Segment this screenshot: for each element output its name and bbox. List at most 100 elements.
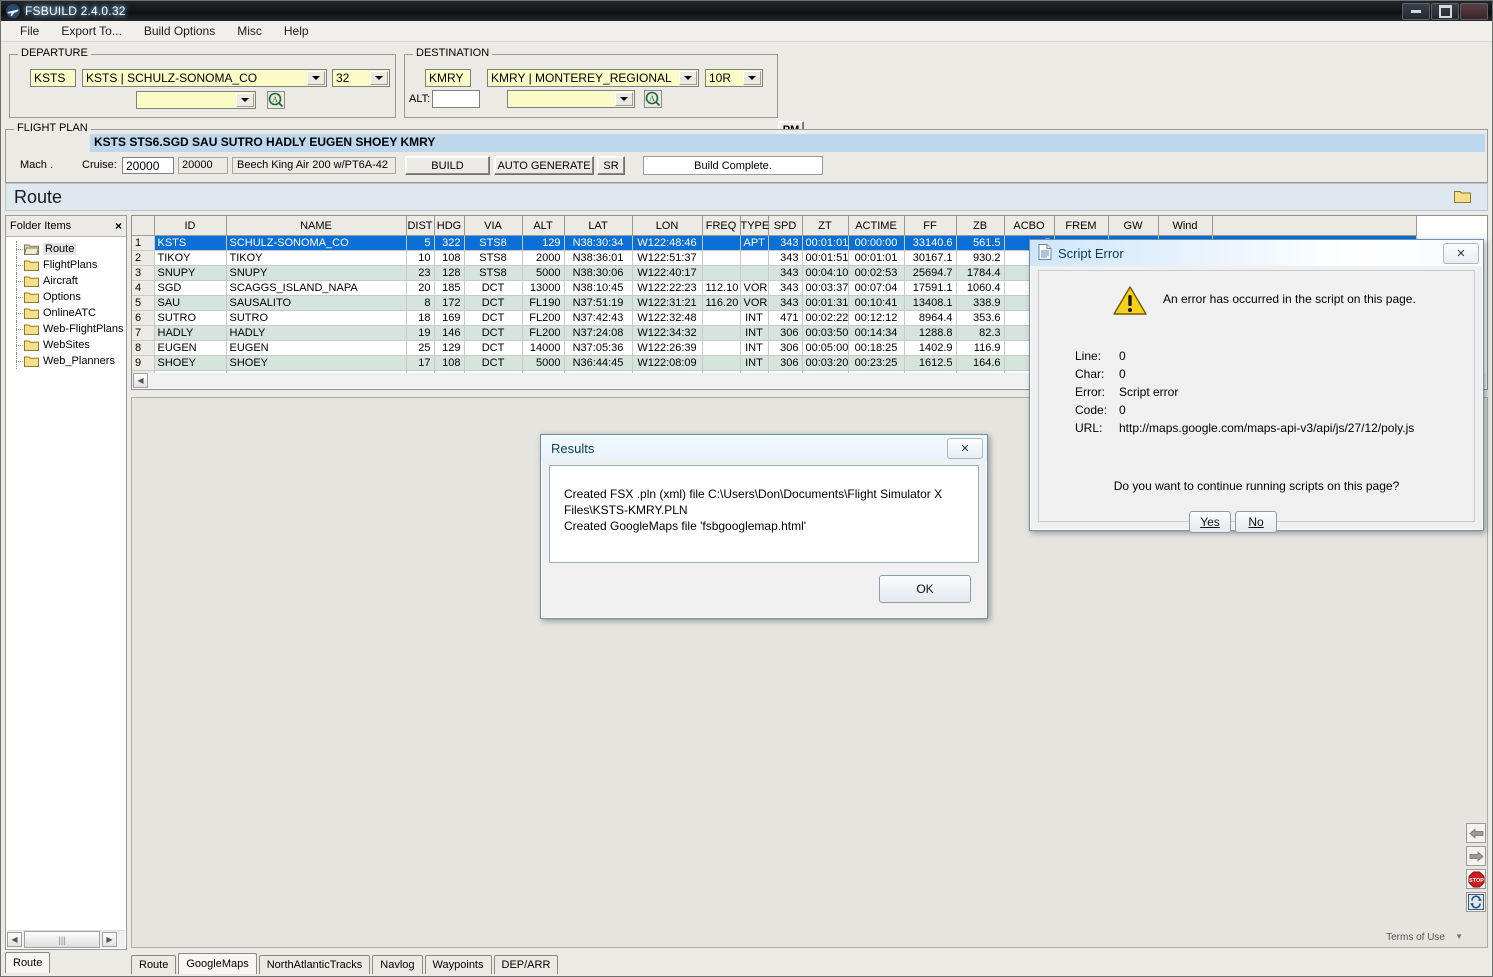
sidebar-horizontal-scrollbar[interactable]: ◀ ||| ▶: [7, 930, 125, 948]
tab-route[interactable]: Route: [131, 955, 177, 974]
tree-item-flightplans[interactable]: FlightPlans: [10, 257, 126, 273]
destination-alt-field[interactable]: [432, 90, 480, 108]
airport-lookup-icon[interactable]: A: [644, 90, 662, 108]
col-acbo[interactable]: ACBO: [1004, 216, 1055, 236]
chevron-down-icon[interactable]: [679, 71, 697, 85]
cell-via: STS8: [464, 235, 523, 251]
col-via[interactable]: VIA: [464, 216, 523, 236]
cell-ff: 30167.1: [904, 250, 957, 266]
chevron-down-icon[interactable]: [743, 71, 761, 85]
cell-zt: 00:01:01: [802, 235, 849, 251]
scroll-right-icon[interactable]: ▶: [102, 932, 117, 947]
destination-runway-select[interactable]: 10R: [705, 69, 763, 87]
tree-item-web-flightplans[interactable]: Web-FlightPlans: [10, 321, 126, 337]
tree-connector: [10, 337, 24, 353]
no-button[interactable]: No: [1235, 511, 1277, 533]
col-zt[interactable]: ZT: [802, 216, 849, 236]
svg-text:A: A: [272, 95, 278, 104]
departure-icao-field[interactable]: KSTS: [30, 69, 76, 87]
col-ff[interactable]: FF: [904, 216, 957, 236]
minimize-icon[interactable]: [1402, 2, 1430, 20]
build-button[interactable]: BUILD: [405, 156, 490, 175]
cell-spd: 306: [768, 340, 803, 356]
col-hdg[interactable]: HDG: [434, 216, 465, 236]
auto-generate-button[interactable]: AUTO GENERATE: [494, 156, 594, 175]
destination-airport-select[interactable]: KMRY | MONTEREY_REGIONAL: [487, 69, 699, 87]
tree-item-route[interactable]: Route: [10, 241, 126, 257]
departure-airport-select[interactable]: KSTS | SCHULZ-SONOMA_CO: [82, 69, 327, 87]
stop-icon[interactable]: STOP: [1466, 869, 1486, 889]
col-gw[interactable]: GW: [1108, 216, 1159, 236]
cell-spd: 343: [768, 295, 803, 311]
col-lon[interactable]: LON: [632, 216, 703, 236]
chevron-down-icon[interactable]: [615, 92, 633, 106]
tree-item-options[interactable]: Options: [10, 289, 126, 305]
cell-hdg: 129: [434, 340, 465, 356]
col-frem[interactable]: FREM: [1054, 216, 1109, 236]
yes-button[interactable]: Yes: [1189, 511, 1231, 533]
tree-item-web-planners[interactable]: Web_Planners: [10, 353, 126, 369]
tree-item-onlineatc[interactable]: OnlineATC: [10, 305, 126, 321]
menu-item-file[interactable]: File: [9, 22, 50, 40]
refresh-icon[interactable]: [1466, 892, 1486, 912]
maximize-icon[interactable]: [1431, 2, 1459, 20]
tab-waypoints[interactable]: Waypoints: [424, 955, 492, 974]
col-wind[interactable]: Wind: [1158, 216, 1213, 236]
chevron-down-icon[interactable]: [236, 93, 254, 107]
col-id[interactable]: ID: [154, 216, 227, 236]
cell-type: INT: [740, 310, 769, 326]
cruise-field-2: 20000: [178, 157, 228, 174]
col-alt[interactable]: ALT: [522, 216, 565, 236]
scroll-left-icon[interactable]: ◀: [7, 932, 22, 947]
col-zb[interactable]: ZB: [956, 216, 1005, 236]
departure-runway-select[interactable]: 32: [332, 69, 390, 87]
menu-item-export-to[interactable]: Export To...: [50, 22, 132, 40]
destination-procedure-select[interactable]: [507, 90, 635, 108]
cruise-field-1[interactable]: 20000: [122, 157, 174, 174]
tree-item-websites[interactable]: WebSites: [10, 337, 126, 353]
menu-item-help[interactable]: Help: [273, 22, 320, 40]
aircraft-field[interactable]: Beech King Air 200 w/PT6A-42: [232, 157, 396, 174]
cell-lat: N38:30:34: [564, 235, 633, 251]
flight-plan-route[interactable]: KSTS STS6.SGD SAU SUTRO HADLY EUGEN SHOE…: [90, 134, 1485, 152]
close-icon[interactable]: ✕: [1443, 242, 1479, 264]
menu-item-build-options[interactable]: Build Options: [133, 22, 226, 40]
menu-item-misc[interactable]: Misc: [226, 22, 273, 40]
departure-procedure-select[interactable]: [136, 91, 256, 109]
tab-navlog[interactable]: Navlog: [372, 955, 423, 974]
cell-hdg: 185: [434, 280, 465, 296]
window-controls: [1402, 2, 1490, 20]
tree-item-label: Web_Planners: [43, 355, 115, 367]
close-icon[interactable]: ✕: [947, 437, 983, 459]
chevron-down-icon[interactable]: [307, 71, 325, 85]
cell-zt: 00:01:31: [802, 295, 849, 311]
airport-lookup-icon[interactable]: A: [267, 91, 285, 109]
close-icon[interactable]: [1460, 2, 1488, 20]
col-type[interactable]: TYPE: [740, 216, 769, 236]
scroll-left-icon[interactable]: ◀: [133, 373, 148, 388]
col-actime[interactable]: ACTIME: [848, 216, 905, 236]
col-dist[interactable]: DIST: [406, 216, 435, 236]
terms-of-use-link[interactable]: Terms of Use: [1386, 932, 1445, 943]
pan-left-icon[interactable]: [1466, 823, 1486, 843]
results-ok-button[interactable]: OK: [879, 575, 971, 603]
col-lat[interactable]: LAT: [564, 216, 633, 236]
tree-item-aircraft[interactable]: Aircraft: [10, 273, 126, 289]
script-error-body: An error has occurred in the script on t…: [1038, 270, 1475, 533]
chevron-down-icon[interactable]: ▼: [1455, 932, 1463, 941]
folder-icon[interactable]: [1454, 189, 1471, 206]
sidebar-tab-route[interactable]: Route: [5, 952, 51, 973]
col-spd[interactable]: SPD: [768, 216, 803, 236]
tab-dep-arr[interactable]: DEP/ARR: [493, 955, 559, 974]
tab-googlemaps[interactable]: GoogleMaps: [178, 953, 257, 974]
close-icon[interactable]: ×: [115, 219, 122, 233]
tab-northatlantictracks[interactable]: NorthAtlanticTracks: [258, 955, 371, 974]
destination-icao-field[interactable]: KMRY: [425, 69, 471, 87]
sr-button[interactable]: SR: [597, 156, 625, 175]
col-name[interactable]: NAME: [226, 216, 407, 236]
scrollbar-thumb[interactable]: |||: [24, 931, 100, 948]
col-freq[interactable]: FREQ: [702, 216, 741, 236]
col-rownum[interactable]: [132, 216, 155, 236]
pan-right-icon[interactable]: [1466, 846, 1486, 866]
chevron-down-icon[interactable]: [370, 71, 388, 85]
